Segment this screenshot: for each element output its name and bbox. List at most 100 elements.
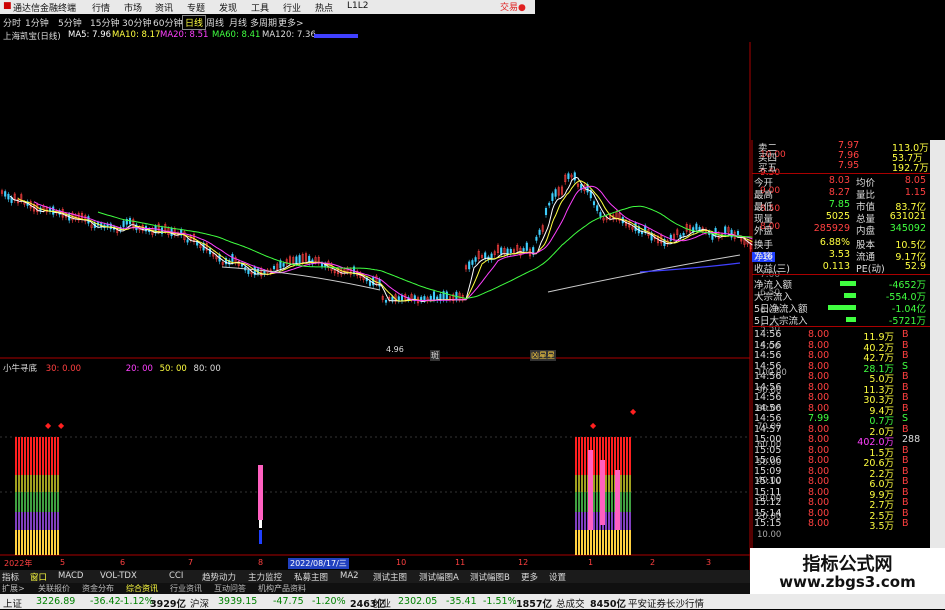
- info-tab[interactable]: 扩展>: [2, 583, 25, 594]
- index-label[interactable]: 上证: [3, 596, 22, 610]
- indicator-bar: [27, 530, 29, 555]
- news-ticker[interactable]: 平安证券长沙行情: [628, 596, 704, 610]
- indicator-tab[interactable]: 测试幅图A: [419, 571, 459, 583]
- indicator-param: 50: 00: [159, 364, 187, 374]
- indicator-tab[interactable]: CCI: [169, 571, 183, 581]
- period-tab[interactable]: 15分钟: [90, 16, 119, 29]
- indicator-bar: [33, 492, 35, 512]
- index-label[interactable]: 沪深: [190, 596, 209, 610]
- trade-button[interactable]: 交易●: [500, 0, 535, 14]
- period-tab[interactable]: 更多>: [278, 16, 304, 29]
- period-tab[interactable]: 分时: [3, 16, 21, 29]
- stat-value: 5025: [825, 211, 850, 222]
- period-tab[interactable]: 5分钟: [58, 16, 82, 29]
- info-tab[interactable]: 综合资讯: [126, 583, 158, 594]
- candle-body: [669, 234, 672, 241]
- indicator-bar: [617, 437, 619, 475]
- total-turnover-value: 8450亿: [590, 599, 626, 610]
- indicator-tab[interactable]: 设置: [549, 571, 566, 583]
- indicator-bar: [57, 437, 59, 475]
- flow-bar: [846, 317, 856, 322]
- indicator-bar: [623, 475, 625, 492]
- indicator-tab[interactable]: 测试幅图B: [470, 571, 510, 583]
- period-tab[interactable]: 月线: [229, 16, 247, 29]
- info-tab[interactable]: 行业资讯: [170, 583, 202, 594]
- side-toolbar: [930, 140, 945, 580]
- indicator-tab[interactable]: 窗口: [30, 571, 47, 583]
- tick-side: B: [902, 350, 909, 361]
- period-tab[interactable]: 周线: [206, 16, 224, 29]
- indicator-bar: [54, 437, 56, 475]
- menu-item[interactable]: 行情: [92, 1, 110, 14]
- menu-item[interactable]: 热点: [315, 1, 333, 14]
- menu-item[interactable]: 行业: [283, 1, 301, 14]
- candle-body: [522, 248, 525, 252]
- period-tab[interactable]: 30分钟: [122, 16, 151, 29]
- indicator-tab[interactable]: 主力监控: [248, 571, 282, 583]
- tick-side: B: [902, 402, 909, 414]
- indicator-bar: [578, 530, 580, 555]
- indicator-tab[interactable]: 更多: [521, 571, 538, 583]
- indicator-bar: [48, 530, 50, 555]
- indicator-tab[interactable]: VOL-TDX: [100, 571, 137, 581]
- menu-item[interactable]: 工具: [251, 1, 269, 14]
- flow-bar: [844, 293, 856, 298]
- tick-side: B: [902, 465, 909, 477]
- indicator-bar: [33, 475, 35, 492]
- candle-body: [282, 263, 285, 267]
- time-label: 6: [120, 558, 126, 567]
- indicator-bar: [15, 512, 17, 530]
- tick-time: 14:56: [754, 402, 782, 414]
- period-tab[interactable]: 1分钟: [25, 16, 49, 29]
- indicator-bar: [27, 437, 29, 475]
- tick-time: 15:12: [754, 497, 782, 508]
- info-tab[interactable]: 关联报价: [38, 583, 70, 594]
- index-value: 3226.89: [36, 596, 76, 607]
- period-tab[interactable]: 60分钟: [153, 16, 182, 29]
- indicator-bar: [575, 530, 577, 555]
- menu-item[interactable]: 市场: [124, 1, 142, 14]
- period-bar: 分时 1分钟 5分钟 15分钟 30分钟 60分钟 日线 周线 月线 多周期 更…: [0, 14, 330, 30]
- candle-body: [484, 252, 487, 259]
- indicator-bar: [593, 512, 595, 530]
- period-tab-active[interactable]: 日线: [182, 15, 207, 30]
- tick-side: B: [902, 444, 909, 456]
- index-pct: -1.20%: [312, 596, 346, 607]
- info-tab[interactable]: 机构产品资料: [258, 583, 306, 594]
- indicator-param: 20: 00: [125, 364, 153, 374]
- tick-row: 15:15 8.00 3.5万 B: [752, 518, 932, 532]
- info-tab[interactable]: 资金分布: [82, 583, 114, 594]
- menu-item[interactable]: 发现: [219, 1, 237, 14]
- indicator-bar: [36, 475, 38, 492]
- period-tab[interactable]: 多周期: [250, 16, 277, 29]
- menu-item[interactable]: L1L2: [347, 1, 368, 11]
- indicator-tab[interactable]: MACD: [58, 571, 83, 581]
- tick-side: S: [902, 413, 909, 424]
- indicator-tab[interactable]: 趋势动力: [202, 571, 236, 583]
- tick-price: 8.00: [808, 455, 830, 466]
- indicator-bar: [45, 475, 47, 492]
- indicator-tab[interactable]: MA2: [340, 571, 359, 581]
- indicator-tab[interactable]: 测试主图: [373, 571, 407, 583]
- candle-body: [196, 241, 199, 246]
- stat-value: 285929: [813, 223, 850, 234]
- tick-time: 14:56: [754, 329, 782, 340]
- indicator-bar: [578, 437, 580, 475]
- indicator-tab[interactable]: 指标: [2, 571, 19, 583]
- candle-body: [295, 256, 298, 264]
- candle-body: [640, 231, 644, 235]
- stat-value: 8.05: [904, 175, 926, 186]
- stat-value: 52.9: [904, 261, 926, 272]
- tick-side: B: [902, 371, 909, 382]
- info-tab[interactable]: 互动问答: [214, 583, 246, 594]
- indicator-bar: [581, 530, 583, 555]
- indicator-bar: [611, 492, 613, 512]
- menu-item[interactable]: 资讯: [155, 1, 173, 14]
- tick-side: S: [902, 360, 909, 372]
- tick-price: 8.00: [808, 339, 830, 351]
- menu-item[interactable]: 专题: [187, 1, 205, 14]
- indicator-bar: [30, 530, 32, 555]
- candle-body: [4, 191, 7, 197]
- index-label[interactable]: 创业: [372, 596, 391, 610]
- indicator-tab[interactable]: 私募主图: [294, 571, 328, 583]
